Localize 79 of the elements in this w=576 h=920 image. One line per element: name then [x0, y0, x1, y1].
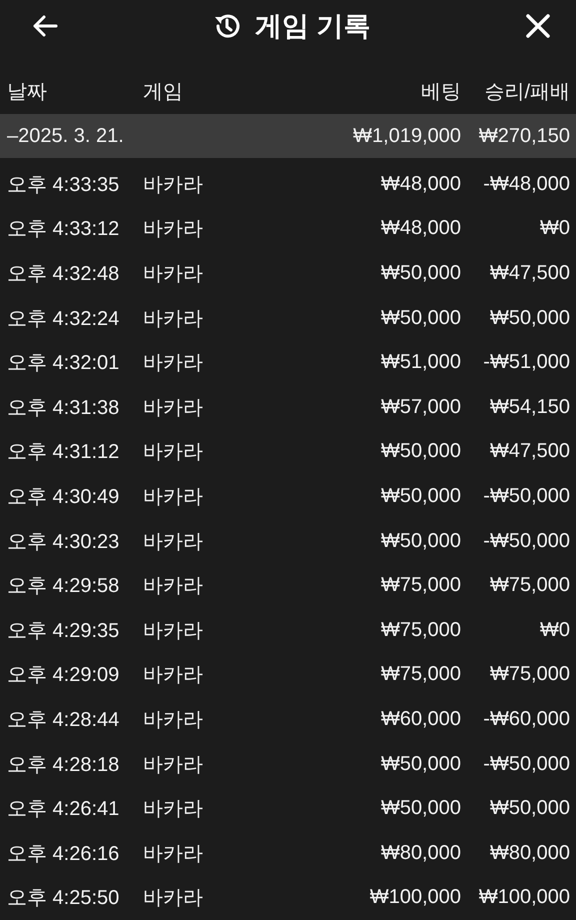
summary-date: –2025. 3. 21. — [7, 124, 125, 148]
bet-cell-text: ₩100,000 — [368, 886, 461, 910]
time-cell-text: 오후 4:29:35 — [7, 618, 120, 644]
result-cell-text: ₩50,000 — [488, 797, 570, 820]
result-cell-text: -₩51,000 — [482, 351, 570, 374]
result-cell-text: -₩50,000 — [482, 530, 570, 553]
bet-cell-text: ₩75,000 — [380, 663, 461, 686]
bet-cell-text: ₩75,000 — [380, 574, 461, 598]
game-cell-text: 바카라 — [143, 708, 204, 733]
time-cell-text: 오후 4:31:12 — [7, 440, 120, 466]
close-icon — [526, 14, 550, 38]
column-header: 승리/패배 — [483, 80, 570, 104]
time-cell-text: 오후 4:30:23 — [7, 530, 120, 555]
time-cell-text: 오후 4:28:18 — [7, 752, 120, 778]
time-cell-text: 오후 4:26:16 — [7, 842, 120, 867]
bet-cell-text: ₩50,000 — [380, 530, 461, 553]
game-cell-text: 바카라 — [143, 306, 204, 332]
window-title: 게임 기록 — [255, 10, 371, 43]
result-cell-text: ₩100,000 — [478, 886, 570, 910]
total-result: ₩270,150 — [478, 124, 570, 148]
time-cell-text: 오후 4:29:09 — [7, 663, 120, 688]
result-cell-text: ₩54,150 — [488, 396, 570, 419]
bet-cell-text: ₩60,000 — [380, 708, 461, 731]
game-cell-text: 바카라 — [143, 663, 204, 688]
result-cell-text: -₩50,000 — [482, 484, 570, 508]
result-cell-text: -₩48,000 — [482, 172, 570, 196]
time-cell-text: 오후 4:28:44 — [7, 708, 120, 733]
game-cell-text: 바카라 — [143, 440, 204, 466]
result-cell-text: ₩47,500 — [488, 262, 570, 285]
bet-cell-text: ₩50,000 — [380, 262, 461, 285]
time-cell-text: 오후 4:29:58 — [7, 574, 120, 600]
total-bet: ₩1,019,000 — [352, 124, 461, 148]
game-cell-text: 바카라 — [143, 217, 204, 242]
result-cell-text: -₩50,000 — [482, 752, 570, 776]
game-cell-text: 바카라 — [143, 262, 204, 287]
game-cell-text: 바카라 — [143, 396, 204, 421]
bet-cell-text: ₩80,000 — [380, 842, 461, 865]
time-cell-text: 오후 4:25:50 — [7, 886, 120, 912]
bet-cell-text: ₩50,000 — [380, 797, 461, 820]
bet-cell-text: ₩50,000 — [380, 306, 461, 330]
time-cell-text: 오후 4:31:38 — [7, 396, 120, 421]
game-cell-text: 바카라 — [143, 530, 204, 555]
game-cell-text: 바카라 — [143, 484, 204, 510]
time-cell-text: 오후 4:26:41 — [7, 797, 120, 822]
time-cell-text: 오후 4:33:35 — [7, 172, 120, 198]
time-cell-text: 오후 4:32:48 — [7, 262, 120, 287]
time-cell-text: 오후 4:32:24 — [7, 306, 120, 332]
bet-cell-text: ₩48,000 — [380, 217, 461, 240]
bet-cell-text: ₩50,000 — [380, 752, 461, 776]
result-cell-text: ₩50,000 — [488, 306, 570, 330]
result-cell-text: ₩75,000 — [488, 663, 570, 686]
result-cell-text: ₩75,000 — [488, 574, 570, 598]
game-cell-text: 바카라 — [143, 752, 204, 778]
result-cell-text: ₩80,000 — [488, 842, 570, 865]
result-cell-text: ₩0 — [539, 217, 570, 240]
back-arrow-icon — [32, 15, 58, 37]
game-cell-text: 바카라 — [143, 172, 204, 198]
bet-cell-text: ₩51,000 — [380, 351, 461, 374]
bet-cell-text: ₩50,000 — [380, 484, 461, 508]
result-cell-text: -₩60,000 — [482, 708, 570, 731]
time-cell-text: 오후 4:30:49 — [7, 484, 120, 510]
bet-cell-text: ₩50,000 — [380, 440, 461, 464]
column-header: 베팅 — [420, 80, 461, 104]
game-cell-text: 바카라 — [143, 574, 204, 600]
game-cell-text: 바카라 — [143, 842, 204, 867]
time-cell-text: 오후 4:33:12 — [7, 217, 120, 242]
result-cell-text: ₩47,500 — [488, 440, 570, 464]
result-cell-text: ₩0 — [539, 618, 570, 642]
bet-cell-text: ₩75,000 — [380, 618, 461, 642]
game-cell-text: 바카라 — [143, 618, 204, 644]
time-cell-text: 오후 4:32:01 — [7, 351, 120, 376]
game-cell-text: 바카라 — [143, 886, 204, 912]
column-header: 게임 — [143, 80, 184, 104]
history-icon — [213, 12, 242, 40]
game-cell-text: 바카라 — [143, 797, 204, 822]
column-header: 날짜 — [7, 80, 48, 104]
game-cell-text: 바카라 — [143, 351, 204, 376]
bet-cell-text: ₩48,000 — [380, 172, 461, 196]
bet-cell-text: ₩57,000 — [380, 396, 461, 419]
